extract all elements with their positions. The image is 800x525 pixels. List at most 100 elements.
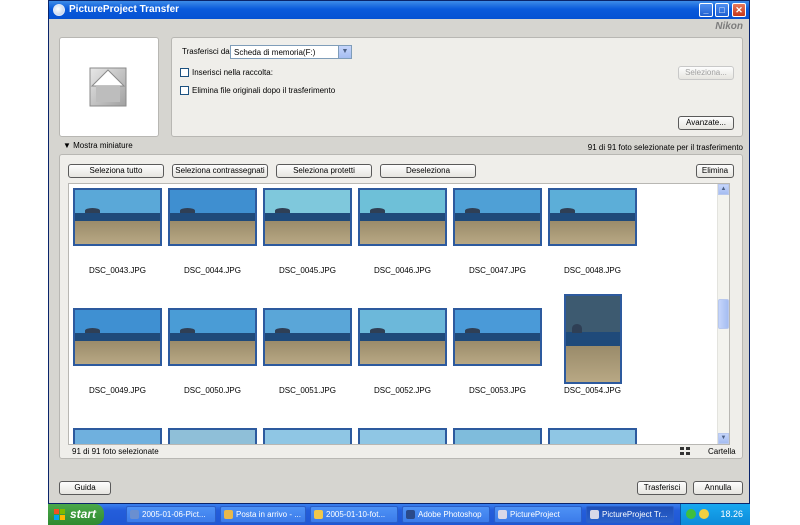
photo-image[interactable] bbox=[548, 428, 637, 444]
photo-image[interactable] bbox=[563, 294, 622, 384]
taskbar-app-icon bbox=[314, 510, 323, 519]
taskbar-item-label: 2005-01-10-fot... bbox=[326, 510, 386, 519]
photo-image[interactable] bbox=[73, 308, 162, 366]
delete-button[interactable]: Elimina bbox=[696, 164, 734, 178]
photo-thumbnail[interactable] bbox=[358, 428, 447, 444]
photo-thumbnail[interactable]: DSC_0044.JPG bbox=[168, 188, 257, 288]
transfer-count: 91 di 91 foto selezionate per il trasfer… bbox=[587, 143, 743, 152]
add-to-collection-label: Inserisci nella raccolta: bbox=[192, 68, 273, 77]
photo-image[interactable] bbox=[263, 308, 352, 366]
photo-image[interactable] bbox=[73, 428, 162, 444]
photo-image[interactable] bbox=[263, 188, 352, 246]
photo-thumbnail[interactable]: DSC_0043.JPG bbox=[73, 188, 162, 288]
photo-filename: DSC_0052.JPG bbox=[374, 386, 431, 395]
photo-image[interactable] bbox=[168, 428, 257, 444]
transfer-button[interactable]: Trasferisci bbox=[637, 481, 687, 495]
volume-icon[interactable] bbox=[699, 509, 709, 519]
source-select[interactable]: Scheda di memoria(F:) ▼ bbox=[230, 45, 352, 59]
vertical-scrollbar[interactable]: ▲ ▼ bbox=[717, 184, 729, 444]
select-protected-button[interactable]: Seleziona protetti bbox=[276, 164, 372, 178]
title-bar[interactable]: PictureProject Transfer _ □ ✕ bbox=[49, 1, 749, 19]
system-tray: 18.26 bbox=[680, 504, 750, 525]
transfer-window: PictureProject Transfer _ □ ✕ Nikon Tras… bbox=[48, 0, 750, 504]
add-to-collection-option[interactable]: Inserisci nella raccolta: bbox=[180, 68, 273, 77]
delete-originals-option[interactable]: Elimina file originali dopo il trasferim… bbox=[180, 86, 335, 95]
taskbar-item[interactable]: Adobe Photoshop bbox=[402, 506, 490, 523]
photo-image[interactable] bbox=[263, 428, 352, 444]
taskbar-app-icon bbox=[130, 510, 139, 519]
photo-thumbnail[interactable]: DSC_0050.JPG bbox=[168, 308, 257, 408]
photo-thumbnail[interactable]: DSC_0054.JPG bbox=[548, 294, 637, 408]
photo-filename: DSC_0045.JPG bbox=[279, 266, 336, 275]
nikon-logo: Nikon bbox=[715, 21, 743, 32]
photo-thumbnail[interactable]: DSC_0045.JPG bbox=[263, 188, 352, 288]
photo-thumbnail[interactable] bbox=[73, 428, 162, 444]
photo-image[interactable] bbox=[453, 188, 542, 246]
taskbar-app-icon bbox=[590, 510, 599, 519]
taskbar-item[interactable]: PictureProject bbox=[494, 506, 582, 523]
chevron-down-icon[interactable]: ▼ bbox=[338, 46, 351, 58]
taskbar: start 2005-01-06-Pict... Posta in arrivo … bbox=[48, 504, 750, 525]
status-selected: 91 di 91 foto selezionate bbox=[72, 447, 159, 456]
photo-thumbnail[interactable] bbox=[168, 428, 257, 444]
show-thumbnails-toggle[interactable]: ▼ Mostra miniature bbox=[63, 141, 133, 150]
close-button[interactable]: ✕ bbox=[732, 3, 746, 17]
select-collection-button[interactable]: Seleziona... bbox=[678, 66, 734, 80]
photo-filename: DSC_0053.JPG bbox=[469, 386, 526, 395]
photo-filename: DSC_0054.JPG bbox=[564, 386, 621, 395]
photo-filename: DSC_0050.JPG bbox=[184, 386, 241, 395]
photo-thumbnail[interactable]: DSC_0047.JPG bbox=[453, 188, 542, 288]
photo-image[interactable] bbox=[168, 188, 257, 246]
taskbar-item-label: PictureProject bbox=[510, 510, 560, 519]
taskbar-item[interactable]: 2005-01-06-Pict... bbox=[126, 506, 216, 523]
photo-filename: DSC_0048.JPG bbox=[564, 266, 621, 275]
add-to-collection-checkbox[interactable] bbox=[180, 68, 189, 77]
taskbar-item[interactable]: PictureProject Tr... bbox=[586, 506, 674, 523]
photo-thumbnail[interactable] bbox=[263, 428, 352, 444]
photo-image[interactable] bbox=[358, 428, 447, 444]
thumbnail-grid[interactable]: DSC_0043.JPG DSC_0044.JPG DSC_0045.JPG DSC_… bbox=[68, 183, 730, 445]
photo-thumbnail[interactable] bbox=[453, 428, 542, 444]
delete-originals-checkbox[interactable] bbox=[180, 86, 189, 95]
deselect-button[interactable]: Deseleziona bbox=[380, 164, 476, 178]
start-button[interactable]: start bbox=[48, 504, 104, 525]
photo-image[interactable] bbox=[453, 428, 542, 444]
grid-view-icon[interactable] bbox=[680, 447, 690, 456]
select-marked-button[interactable]: Seleziona contrassegnati bbox=[172, 164, 268, 178]
photo-image[interactable] bbox=[453, 308, 542, 366]
sort-folder-label[interactable]: Cartella bbox=[708, 447, 736, 456]
photo-thumbnail[interactable]: DSC_0051.JPG bbox=[263, 308, 352, 408]
maximize-button[interactable]: □ bbox=[715, 3, 729, 17]
photo-filename: DSC_0049.JPG bbox=[89, 386, 146, 395]
cancel-button[interactable]: Annulla bbox=[693, 481, 743, 495]
taskbar-item-label: Adobe Photoshop bbox=[418, 510, 482, 519]
select-all-button[interactable]: Seleziona tutto bbox=[68, 164, 164, 178]
taskbar-item[interactable]: 2005-01-10-fot... bbox=[310, 506, 398, 523]
photo-thumbnail[interactable]: DSC_0049.JPG bbox=[73, 308, 162, 408]
help-button[interactable]: Guida bbox=[59, 481, 111, 495]
device-preview bbox=[59, 37, 159, 137]
scroll-thumb[interactable] bbox=[718, 299, 729, 329]
taskbar-item[interactable]: Posta in arrivo - ... bbox=[220, 506, 306, 523]
photo-thumbnail[interactable] bbox=[548, 428, 637, 444]
photo-thumbnail[interactable]: DSC_0048.JPG bbox=[548, 188, 637, 288]
scroll-up-icon[interactable]: ▲ bbox=[718, 184, 729, 195]
source-value: Scheda di memoria(F:) bbox=[234, 48, 316, 57]
window-title: PictureProject Transfer bbox=[69, 4, 180, 15]
scroll-down-icon[interactable]: ▼ bbox=[718, 433, 729, 444]
photo-image[interactable] bbox=[168, 308, 257, 366]
minimize-button[interactable]: _ bbox=[699, 3, 713, 17]
photo-thumbnail[interactable]: DSC_0046.JPG bbox=[358, 188, 447, 288]
photo-filename: DSC_0051.JPG bbox=[279, 386, 336, 395]
photo-image[interactable] bbox=[358, 308, 447, 366]
photo-image[interactable] bbox=[73, 188, 162, 246]
photo-thumbnail[interactable]: DSC_0052.JPG bbox=[358, 308, 447, 408]
photo-filename: DSC_0044.JPG bbox=[184, 266, 241, 275]
advanced-button[interactable]: Avanzate... bbox=[678, 116, 734, 130]
photo-image[interactable] bbox=[548, 188, 637, 246]
taskbar-item-label: PictureProject Tr... bbox=[602, 510, 668, 519]
network-icon[interactable] bbox=[686, 509, 696, 519]
taskbar-item-label: Posta in arrivo - ... bbox=[236, 510, 301, 519]
photo-image[interactable] bbox=[358, 188, 447, 246]
photo-thumbnail[interactable]: DSC_0053.JPG bbox=[453, 308, 542, 408]
